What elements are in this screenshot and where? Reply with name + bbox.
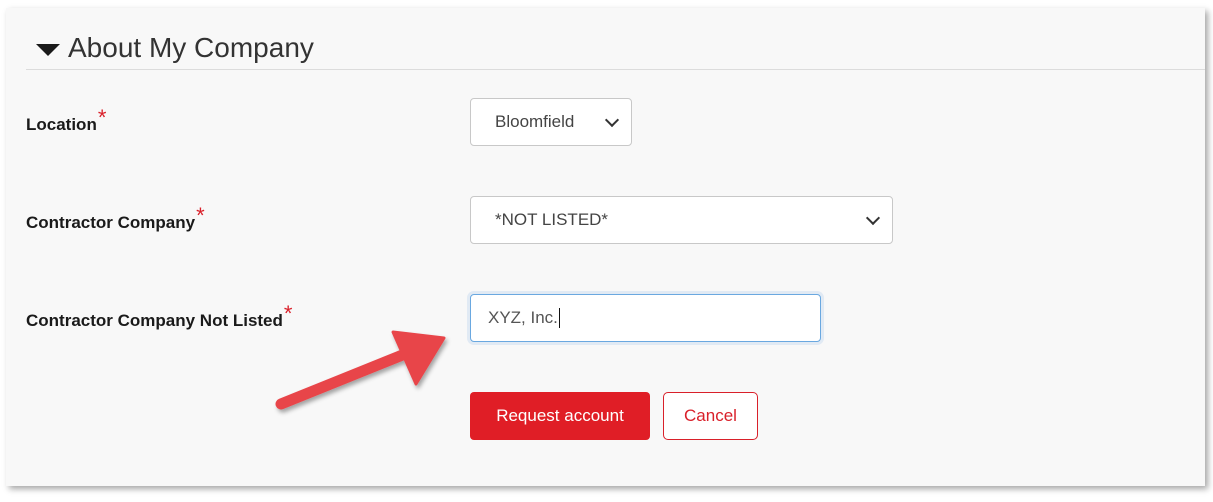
chevron-down-icon (865, 210, 881, 225)
section-title: About My Company (68, 31, 314, 63)
contractor-company-not-listed-input[interactable]: XYZ, Inc. (470, 294, 821, 342)
request-account-button[interactable]: Request account (470, 392, 650, 440)
contractor-company-label: Contractor Company* (26, 203, 205, 234)
contractor-company-not-listed-label-text: Contractor Company Not Listed (26, 311, 283, 330)
chevron-down-icon (604, 112, 620, 127)
contractor-company-select[interactable]: *NOT LISTED* (470, 196, 893, 244)
location-label-text: Location (26, 115, 97, 134)
contractor-company-not-listed-label: Contractor Company Not Listed* (26, 301, 292, 332)
contractor-company-select-value: *NOT LISTED* (495, 210, 609, 229)
contractor-company-label-text: Contractor Company (26, 213, 196, 232)
caret-down-icon[interactable] (36, 43, 60, 56)
contractor-company-not-listed-input-value: XYZ, Inc. (488, 308, 558, 327)
cancel-button[interactable]: Cancel (663, 392, 758, 440)
location-select[interactable]: Bloomfield (470, 98, 632, 146)
screenshot-canvas: About My Company Location* Bloomfield Co… (0, 0, 1213, 502)
location-select-value: Bloomfield (495, 112, 575, 131)
required-marker: * (97, 105, 107, 130)
text-cursor (558, 308, 560, 328)
required-marker: * (196, 203, 205, 228)
location-label: Location* (26, 105, 106, 136)
section-header[interactable]: About My Company (26, 26, 1205, 70)
required-marker: * (283, 301, 293, 326)
about-company-panel: About My Company Location* Bloomfield Co… (6, 8, 1205, 486)
